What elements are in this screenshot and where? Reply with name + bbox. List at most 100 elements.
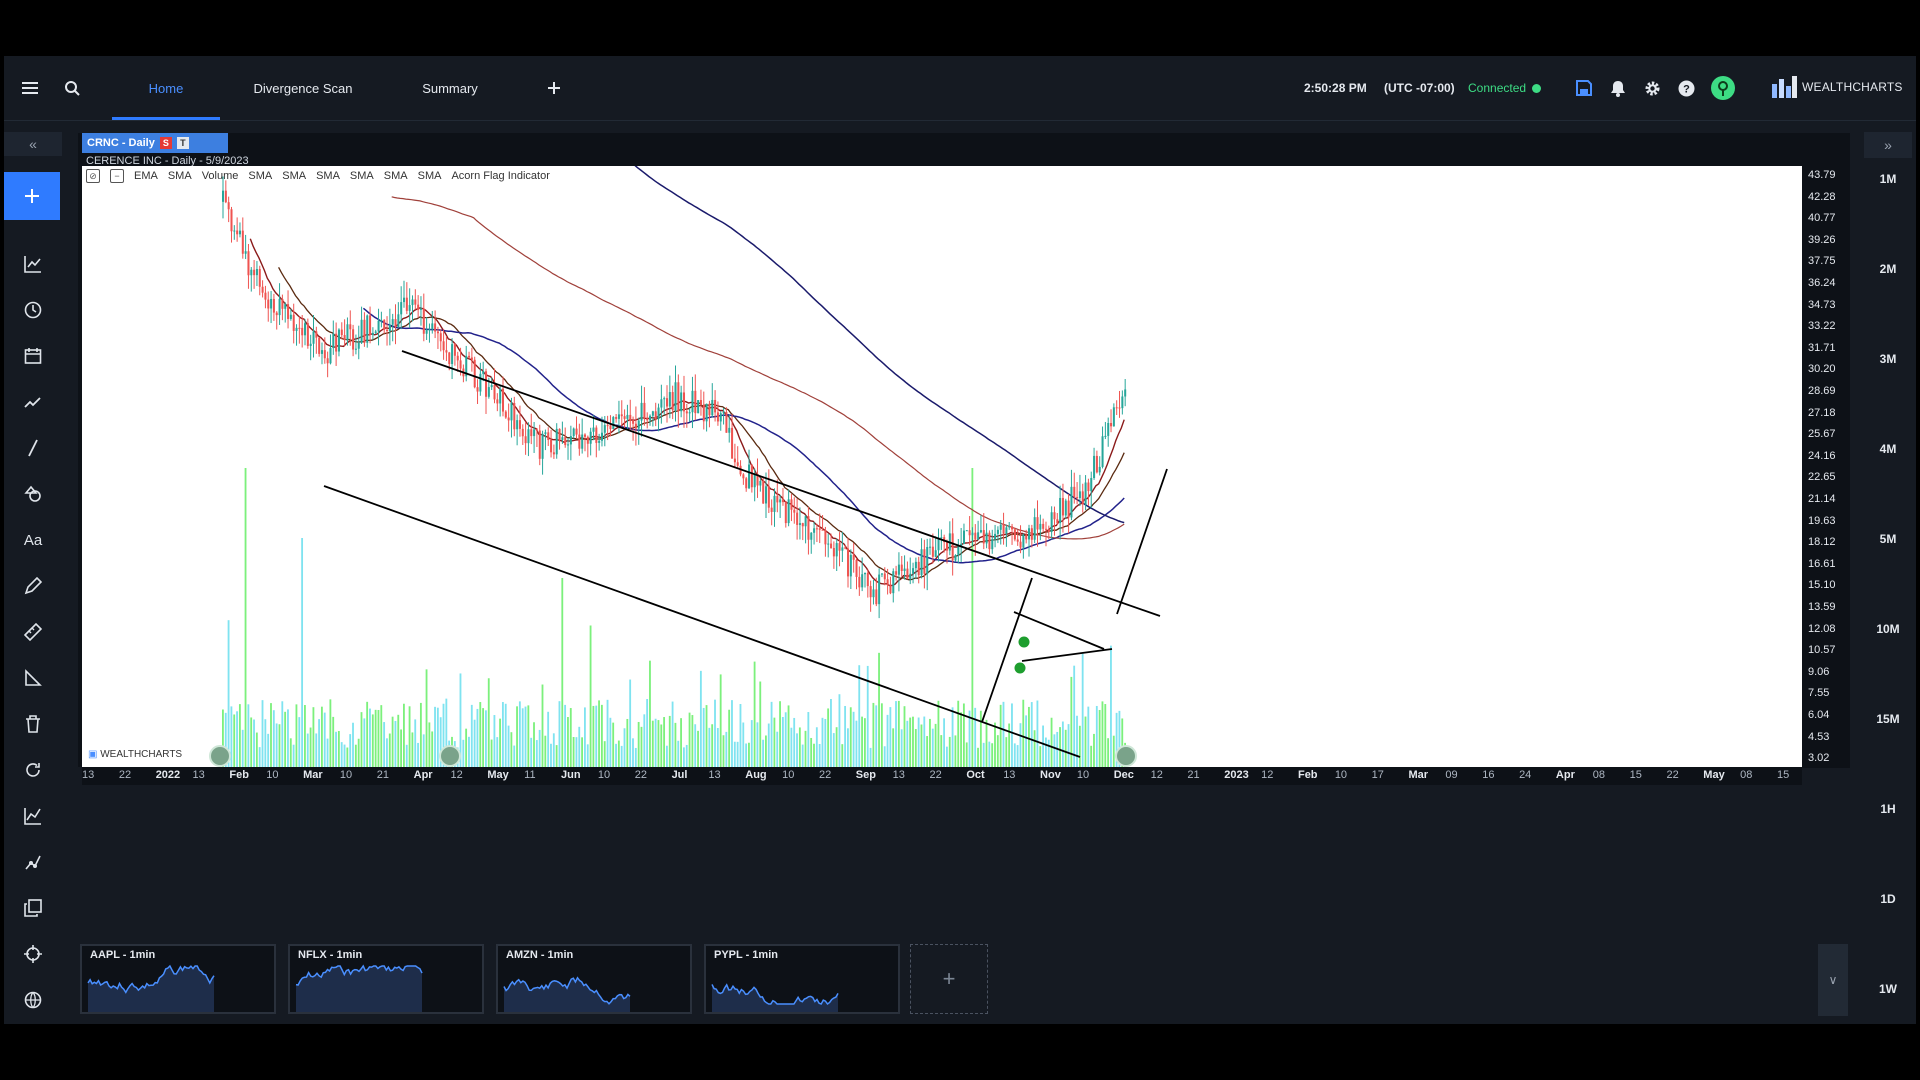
timeframe-4m[interactable]: 4M [1860, 442, 1916, 456]
user-avatar-icon[interactable] [1710, 75, 1736, 101]
volume-bar [832, 733, 835, 768]
collapse-right-rail-button[interactable]: » [1864, 132, 1912, 158]
crosshair-icon[interactable] [21, 942, 45, 966]
indicator-8[interactable]: SMA [418, 170, 442, 182]
tab-divergence-scan[interactable]: Divergence Scan [240, 56, 366, 120]
copy-icon[interactable] [21, 896, 45, 920]
price-axis[interactable]: 43.79 42.28 40.77 39.26 37.75 36.24 34.73 33.22… [1802, 166, 1850, 768]
timeframe-15m[interactable]: 15M [1860, 712, 1916, 726]
measure-tool-icon[interactable] [21, 666, 45, 690]
add-drawing-button[interactable] [4, 172, 60, 220]
timeframe-1h[interactable]: 1H [1860, 802, 1916, 816]
calendar-icon[interactable] [21, 344, 45, 368]
candle-body [719, 413, 722, 422]
date-axis[interactable]: 13 22 2022 13 Feb 10 Mar 10 21 Apr 12 May 11 Jun 10 22 J… [82, 767, 1802, 785]
volume-bar [934, 723, 937, 768]
collapse-indicators-icon[interactable]: − [110, 169, 124, 183]
candle-body [258, 269, 261, 287]
candle-body [315, 331, 318, 338]
add-watchlist-chart-button[interactable]: + [910, 944, 988, 1014]
volume-bar [954, 735, 957, 768]
indicator-3[interactable]: SMA [248, 170, 272, 182]
ruler-icon[interactable] [21, 620, 45, 644]
volume-bar [680, 718, 682, 768]
gear-icon[interactable] [1640, 76, 1664, 100]
volume-bar [951, 707, 954, 768]
globe-icon[interactable] [21, 988, 45, 1012]
text-tool-icon[interactable]: Aa [21, 528, 45, 552]
indicator-0[interactable]: EMA [134, 170, 158, 182]
collapse-watchlist-button[interactable]: ∨ [1818, 944, 1848, 1016]
save-icon[interactable] [1572, 76, 1596, 100]
date-tick: Jun [561, 769, 581, 781]
candle-body [388, 324, 391, 332]
timeframe-3m[interactable]: 3M [1860, 352, 1916, 366]
volume-bar [996, 735, 999, 768]
timeframe-1w[interactable]: 1W [1860, 982, 1916, 996]
candle-body [957, 546, 960, 555]
chip-s[interactable]: S [159, 137, 172, 149]
chart-type-icon[interactable] [21, 252, 45, 276]
indicator-9[interactable]: Acorn Flag Indicator [451, 170, 549, 182]
chip-t[interactable]: T [176, 137, 189, 149]
candle-body [275, 312, 278, 316]
candle-body [518, 420, 521, 429]
candle-body [742, 474, 745, 479]
help-icon[interactable]: ? [1674, 76, 1698, 100]
trend-icon[interactable] [21, 390, 45, 414]
indicator-1[interactable]: SMA [168, 170, 192, 182]
notification-bell-icon[interactable] [1606, 76, 1630, 100]
candle-body [620, 414, 623, 417]
collapse-left-rail-button[interactable]: « [4, 132, 62, 156]
line-tool-icon[interactable] [21, 436, 45, 460]
volume-bar [1059, 727, 1061, 768]
timeframe-1d[interactable]: 1D [1860, 892, 1916, 906]
candle-body [688, 412, 691, 414]
tab-home[interactable]: Home [112, 56, 220, 120]
indicators-icon[interactable] [21, 804, 45, 828]
search-icon[interactable] [60, 76, 84, 100]
indicator-2[interactable]: Volume [202, 170, 239, 182]
watchlist-card[interactable]: NFLX - 1min [288, 944, 484, 1014]
remove-indicators-icon[interactable]: ⊘ [86, 169, 100, 183]
date-tick: Nov [1040, 769, 1061, 781]
watchlist-card[interactable]: AMZN - 1min [496, 944, 692, 1014]
volume-bar [1036, 700, 1039, 768]
price-plot[interactable]: ⊘ − EMA SMA Volume SMA SMA SMA SMA SMA SMA Acorn … [82, 56, 1802, 768]
candle-body [572, 428, 575, 437]
timeframe-10m[interactable]: 10M [1860, 622, 1916, 636]
timeframe-5m[interactable]: 5M [1860, 532, 1916, 546]
indicator-5[interactable]: SMA [316, 170, 340, 182]
shapes-tool-icon[interactable] [21, 482, 45, 506]
volume-bar [558, 701, 561, 768]
refresh-icon[interactable] [21, 758, 45, 782]
add-tab-icon[interactable] [542, 76, 566, 100]
candle-body [530, 429, 533, 437]
indicator-6[interactable]: SMA [350, 170, 374, 182]
timeframe-2m[interactable]: 2M [1860, 262, 1916, 276]
trash-icon[interactable] [21, 712, 45, 736]
candle-body [920, 549, 923, 576]
watermark-icon: ▣ [88, 749, 98, 760]
candle-body [578, 434, 581, 449]
tab-summary[interactable]: Summary [396, 56, 504, 120]
watchlist-card[interactable]: PYPL - 1min [704, 944, 900, 1014]
price-chart-svg[interactable] [82, 56, 1802, 768]
indicator-7[interactable]: SMA [384, 170, 408, 182]
timeframe-1m[interactable]: 1M [1860, 172, 1916, 186]
candle-body [544, 432, 547, 434]
candle-body [558, 428, 561, 440]
price-tick: 31.71 [1808, 341, 1836, 354]
indicator-4[interactable]: SMA [282, 170, 306, 182]
date-tick: 21 [376, 769, 390, 781]
menu-icon[interactable] [18, 76, 42, 100]
clock-icon[interactable] [21, 298, 45, 322]
volume-bar [841, 744, 844, 768]
volume-bar [827, 708, 830, 768]
watchlist-card[interactable]: AAPL - 1min [80, 944, 276, 1014]
nodes-icon[interactable] [21, 850, 45, 874]
pencil-icon[interactable] [21, 574, 45, 598]
volume-bar [552, 733, 555, 768]
volume-bar [518, 701, 521, 768]
chart-symbol-header[interactable]: CRNC - Daily S T [82, 133, 228, 153]
